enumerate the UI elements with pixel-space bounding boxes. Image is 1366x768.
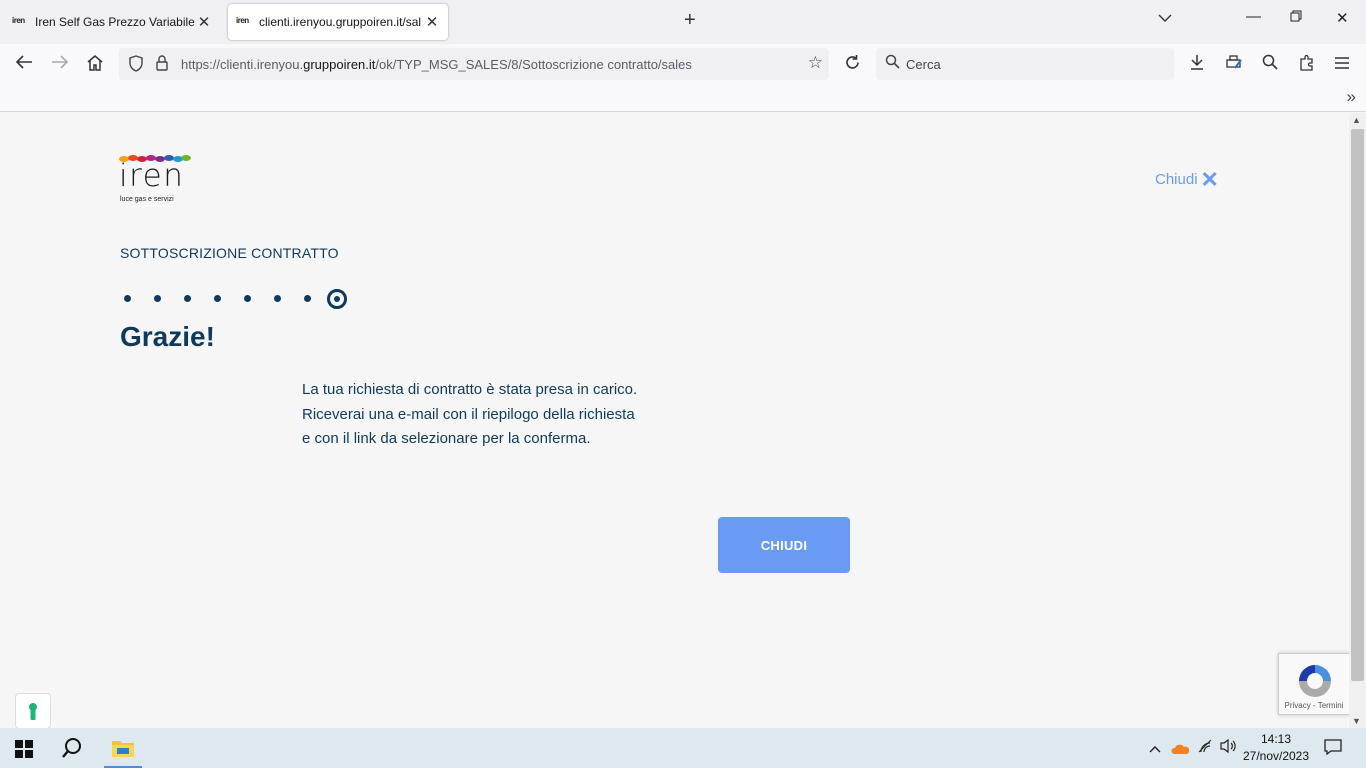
restore-icon[interactable] (1290, 9, 1302, 26)
section-title: SOTTOSCRIZIONE CONTRATTO (120, 245, 339, 261)
tab-clienti-irenyou[interactable]: iren clienti.irenyou.gruppoiren.it/sal ✕ (228, 4, 448, 40)
step-dot (274, 295, 281, 302)
show-hidden-icons-chevron-icon[interactable] (1149, 740, 1161, 756)
page-content: iren luce gas e servizi Chiudi ✕ SOTTOSC… (0, 113, 1350, 729)
reload-icon[interactable] (841, 54, 863, 76)
scroll-down-arrow-icon[interactable]: ▼ (1352, 716, 1361, 726)
home-icon[interactable] (84, 54, 106, 76)
volume-icon[interactable] (1219, 738, 1237, 757)
back-arrow-icon[interactable] (13, 54, 35, 75)
tracking-protection-shield-icon[interactable] (128, 55, 144, 75)
new-tab-icon[interactable]: + (684, 9, 696, 32)
hamburger-menu-icon[interactable] (1331, 54, 1353, 75)
tab-iren-self-gas[interactable]: iren Iren Self Gas Prezzo Variabile | Ir… (4, 4, 220, 40)
search-placeholder: Cerca (906, 57, 941, 72)
keyhole-icon (29, 703, 37, 720)
close-button[interactable]: CHIUDI (718, 517, 850, 573)
wifi-icon[interactable] (1197, 739, 1213, 756)
url-text[interactable]: https://clienti.irenyou.gruppoiren.it/ok… (181, 57, 692, 72)
step-dot (124, 295, 131, 302)
message-line: La tua richiesta di contratto è stata pr… (302, 381, 638, 398)
step-dot-current (327, 289, 347, 309)
message-line: Riceverai una e-mail con il riepilogo de… (302, 405, 635, 423)
iren-favicon-icon: iren (12, 16, 25, 25)
close-tab-icon[interactable]: ✕ (196, 13, 212, 31)
close-link[interactable]: Chiudi ✕ (1155, 167, 1219, 192)
clock-time: 14:13 (1260, 732, 1292, 746)
minimize-icon[interactable]: — (1246, 8, 1261, 25)
lock-icon[interactable] (155, 55, 169, 74)
clock-date: 27/nov/2023 (1242, 749, 1310, 763)
step-dot (304, 295, 311, 302)
message-line: e con il link da selezionare per la conf… (302, 430, 591, 447)
iren-favicon-icon: iren (236, 16, 249, 25)
recaptcha-badge[interactable]: Privacy - Termini (1278, 653, 1350, 715)
zoom-search-icon[interactable] (1259, 54, 1281, 75)
print-edit-icon[interactable] (1223, 54, 1245, 76)
more-tools-chevron-icon[interactable]: » (1347, 87, 1356, 107)
recaptcha-icon (1299, 665, 1331, 697)
windows-start-icon[interactable] (15, 740, 33, 763)
address-bar[interactable]: https://clienti.irenyou.gruppoiren.it/ok… (119, 48, 829, 80)
tab-bar: iren Iren Self Gas Prezzo Variabile | Ir… (0, 0, 1366, 44)
step-dot (154, 295, 161, 302)
scrollbar-thumb[interactable] (1351, 129, 1364, 681)
recaptcha-links[interactable]: Privacy - Termini (1279, 701, 1349, 710)
close-tab-icon[interactable]: ✕ (424, 13, 440, 31)
iren-logo[interactable]: iren luce gas e servizi (119, 154, 191, 204)
step-dot (244, 295, 251, 302)
taskbar-clock[interactable]: 14:13 27/nov/2023 (1236, 731, 1316, 765)
search-icon (885, 54, 900, 73)
step-dot (184, 295, 191, 302)
forward-arrow-icon[interactable] (49, 54, 71, 75)
bookmark-star-icon[interactable]: ☆ (808, 53, 823, 73)
taskbar-search-icon[interactable] (61, 737, 83, 764)
extensions-puzzle-icon[interactable] (1295, 54, 1317, 76)
tab-title: clienti.irenyou.gruppoiren.it/sal (259, 15, 422, 29)
file-explorer-icon[interactable] (104, 728, 142, 768)
notifications-icon[interactable] (1324, 739, 1342, 758)
windows-taskbar: 14:13 27/nov/2023 (0, 728, 1366, 768)
cloud-app-icon[interactable] (1171, 741, 1190, 757)
list-all-tabs-chevron-icon[interactable] (1158, 10, 1172, 26)
bookmarks-toolbar: » (0, 86, 1366, 112)
confirmation-message: La tua richiesta di contratto è stata pr… (302, 378, 637, 452)
downloads-icon[interactable] (1186, 54, 1208, 76)
close-link-label: Chiudi (1155, 171, 1198, 188)
logo-tagline: luce gas e servizi (120, 196, 174, 203)
cookie-settings-button[interactable] (15, 693, 51, 729)
scroll-up-arrow-icon[interactable]: ▲ (1352, 115, 1361, 125)
page-scrollbar[interactable]: ▲ ▼ (1349, 113, 1366, 728)
nav-bar: https://clienti.irenyou.gruppoiren.it/ok… (0, 44, 1366, 86)
step-dot (214, 295, 221, 302)
page-heading: Grazie! (120, 321, 215, 352)
close-x-icon: ✕ (1200, 167, 1219, 192)
search-input[interactable]: Cerca (876, 48, 1174, 80)
close-window-icon[interactable]: ✕ (1336, 9, 1349, 27)
tab-title: Iren Self Gas Prezzo Variabile | Ir (35, 15, 196, 29)
logo-wordmark: iren (119, 158, 185, 194)
